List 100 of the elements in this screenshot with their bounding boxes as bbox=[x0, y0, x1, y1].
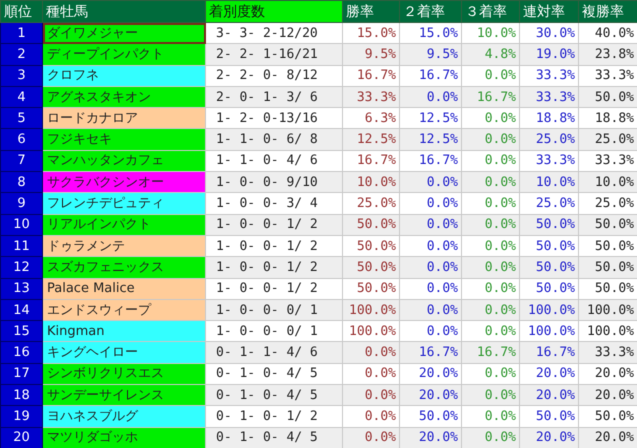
sire-cell: クロフネ bbox=[42, 65, 206, 86]
rate-cell: 33.3% bbox=[520, 86, 578, 108]
rate-cell: 50.0% bbox=[342, 214, 400, 236]
rate-cell: 16.7% bbox=[520, 342, 578, 364]
rate-cell: 12.5% bbox=[400, 108, 462, 129]
column-header: 着別度数 bbox=[206, 0, 342, 22]
record-cell: 0- 1- 0- 4/ 5 bbox=[206, 384, 342, 406]
rank-cell: 13 bbox=[0, 278, 42, 300]
rate-cell: 0.0% bbox=[462, 192, 520, 214]
rate-cell: 0.0% bbox=[342, 384, 400, 406]
column-header: 順位 bbox=[0, 0, 42, 22]
rate-cell: 0.0% bbox=[400, 192, 462, 214]
rate-cell: 0.0% bbox=[400, 172, 462, 193]
record-cell: 0- 1- 0- 4/ 5 bbox=[206, 427, 342, 448]
rate-cell: 0.0% bbox=[462, 65, 520, 86]
rate-cell: 20.0% bbox=[520, 384, 578, 406]
sire-cell: フジキセキ bbox=[42, 128, 206, 150]
rate-cell: 33.3% bbox=[342, 86, 400, 108]
sire-cell: サクラバクシンオー bbox=[42, 172, 206, 193]
rate-cell: 25.0% bbox=[520, 128, 578, 150]
rate-cell: 16.7% bbox=[400, 65, 462, 86]
rate-cell: 10.0% bbox=[342, 172, 400, 193]
rate-cell: 20.0% bbox=[578, 427, 637, 448]
rate-cell: 33.3% bbox=[520, 150, 578, 172]
record-cell: 0- 1- 1- 4/ 6 bbox=[206, 342, 342, 364]
rank-cell: 7 bbox=[0, 150, 42, 172]
rank-cell: 20 bbox=[0, 427, 42, 448]
record-cell: 1- 0- 0- 1/ 2 bbox=[206, 214, 342, 236]
rate-cell: 16.7% bbox=[342, 65, 400, 86]
rank-cell: 11 bbox=[0, 235, 42, 257]
rate-cell: 20.0% bbox=[400, 384, 462, 406]
rate-cell: 0.0% bbox=[462, 235, 520, 257]
rate-cell: 0.0% bbox=[342, 363, 400, 385]
column-header: 勝率 bbox=[342, 0, 400, 22]
rate-cell: 50.0% bbox=[578, 278, 637, 300]
rate-cell: 0.0% bbox=[462, 128, 520, 150]
rate-cell: 0.0% bbox=[462, 214, 520, 236]
rate-cell: 10.0% bbox=[578, 172, 637, 193]
column-header: ３着率 bbox=[462, 0, 520, 22]
rate-cell: 0.0% bbox=[342, 406, 400, 428]
record-cell: 1- 0- 0- 1/ 2 bbox=[206, 235, 342, 257]
sire-cell: ダイワメジャー bbox=[42, 22, 206, 44]
rate-cell: 0.0% bbox=[400, 214, 462, 236]
rate-cell: 50.0% bbox=[400, 406, 462, 428]
rank-cell: 2 bbox=[0, 44, 42, 66]
rate-cell: 9.5% bbox=[400, 44, 462, 66]
sire-cell: サンデーサイレンス bbox=[42, 384, 206, 406]
rate-cell: 0.0% bbox=[462, 172, 520, 193]
rate-cell: 0.0% bbox=[400, 256, 462, 278]
column-header: 複勝率 bbox=[578, 0, 637, 22]
rank-cell: 1 bbox=[0, 22, 42, 44]
record-cell: 1- 0- 0- 0/ 1 bbox=[206, 320, 342, 342]
rate-cell: 100.0% bbox=[578, 320, 637, 342]
rate-cell: 30.0% bbox=[520, 22, 578, 44]
rate-cell: 20.0% bbox=[400, 427, 462, 448]
rate-cell: 10.0% bbox=[520, 172, 578, 193]
rate-cell: 9.5% bbox=[342, 44, 400, 66]
rate-cell: 16.7% bbox=[400, 150, 462, 172]
rate-cell: 0.0% bbox=[462, 108, 520, 129]
rate-cell: 16.7% bbox=[342, 150, 400, 172]
rate-cell: 100.0% bbox=[578, 299, 637, 321]
record-cell: 2- 2- 1-16/21 bbox=[206, 44, 342, 66]
rate-cell: 15.0% bbox=[400, 22, 462, 44]
rate-cell: 0.0% bbox=[462, 320, 520, 342]
rank-cell: 5 bbox=[0, 108, 42, 129]
rank-cell: 16 bbox=[0, 342, 42, 364]
rate-cell: 50.0% bbox=[520, 214, 578, 236]
sire-cell: マンハッタンカフェ bbox=[42, 150, 206, 172]
record-cell: 1- 0- 0- 1/ 2 bbox=[206, 278, 342, 300]
rate-cell: 0.0% bbox=[462, 278, 520, 300]
column-header: 種牡馬 bbox=[42, 0, 206, 22]
sire-cell: ロードカナロア bbox=[42, 108, 206, 129]
rate-cell: 0.0% bbox=[462, 406, 520, 428]
rate-cell: 33.3% bbox=[578, 150, 637, 172]
rate-cell: 50.0% bbox=[520, 406, 578, 428]
rank-cell: 4 bbox=[0, 86, 42, 108]
record-cell: 1- 2- 0-13/16 bbox=[206, 108, 342, 129]
rate-cell: 19.0% bbox=[520, 44, 578, 66]
rate-cell: 25.0% bbox=[578, 128, 637, 150]
rate-cell: 100.0% bbox=[520, 299, 578, 321]
rank-cell: 9 bbox=[0, 192, 42, 214]
rate-cell: 6.3% bbox=[342, 108, 400, 129]
rate-cell: 100.0% bbox=[342, 320, 400, 342]
column-header: 連対率 bbox=[520, 0, 578, 22]
sire-cell: エンドスウィープ bbox=[42, 299, 206, 321]
rate-cell: 16.7% bbox=[400, 342, 462, 364]
rate-cell: 0.0% bbox=[462, 363, 520, 385]
rank-cell: 18 bbox=[0, 384, 42, 406]
rank-cell: 19 bbox=[0, 406, 42, 428]
rate-cell: 33.3% bbox=[578, 65, 637, 86]
record-cell: 0- 1- 0- 1/ 2 bbox=[206, 406, 342, 428]
sire-cell: フレンチデピュティ bbox=[42, 192, 206, 214]
rate-cell: 100.0% bbox=[342, 299, 400, 321]
rank-cell: 17 bbox=[0, 363, 42, 385]
rate-cell: 25.0% bbox=[342, 192, 400, 214]
rate-cell: 50.0% bbox=[578, 214, 637, 236]
rate-cell: 50.0% bbox=[578, 406, 637, 428]
rate-cell: 0.0% bbox=[462, 256, 520, 278]
rate-cell: 100.0% bbox=[520, 320, 578, 342]
sire-cell: ヨハネスブルグ bbox=[42, 406, 206, 428]
